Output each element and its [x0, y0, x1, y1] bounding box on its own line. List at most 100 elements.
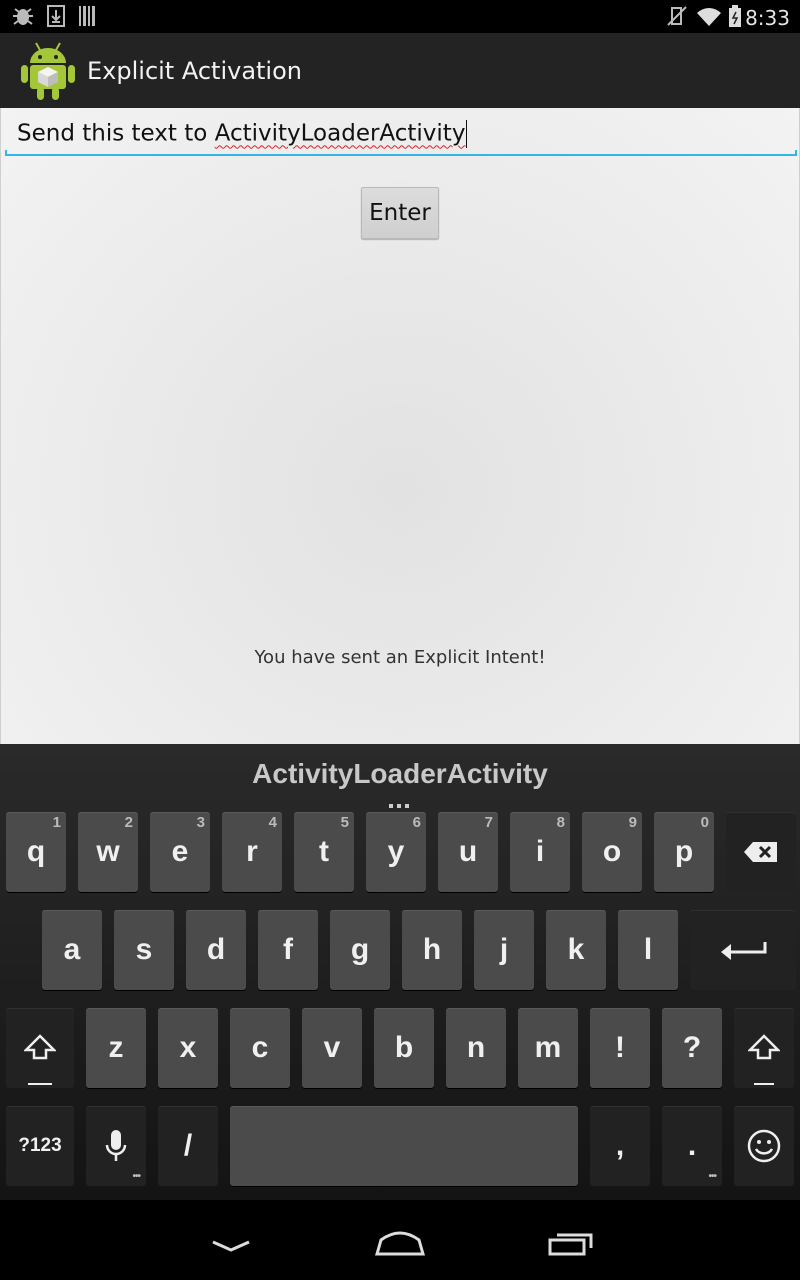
key-label: m	[534, 1031, 562, 1064]
key-label: n	[466, 1031, 486, 1064]
key-h[interactable]: h	[402, 910, 462, 990]
key-hint: 3	[196, 814, 205, 831]
key-label: p	[674, 835, 694, 868]
back-chevron-icon[interactable]	[210, 1222, 252, 1262]
android-app-icon	[21, 42, 75, 100]
key-label: h	[422, 933, 442, 966]
key-b[interactable]: b	[374, 1008, 434, 1088]
key-w[interactable]: w2	[78, 812, 138, 892]
more-options-dots: •••	[708, 1171, 716, 1182]
key-f[interactable]: f	[258, 910, 318, 990]
key-hint: 5	[340, 814, 349, 831]
key-label: e	[171, 835, 189, 868]
voice-input-key[interactable]: •••	[86, 1106, 146, 1186]
key-e[interactable]: e3	[150, 812, 210, 892]
key-label: f	[283, 933, 293, 966]
key-j[interactable]: j	[474, 910, 534, 990]
key-![interactable]: !	[590, 1008, 650, 1088]
key-hint: 2	[124, 814, 133, 831]
slash-key[interactable]: /	[158, 1106, 218, 1186]
soft-keyboard: ActivityLoaderActivity q1w2e3r4t5y6u7i8o…	[0, 744, 800, 1200]
key-d[interactable]: d	[186, 910, 246, 990]
suggestion-word[interactable]: ActivityLoaderActivity	[0, 758, 800, 790]
key-label: q	[26, 835, 46, 868]
barcode-icon	[79, 6, 95, 26]
key-label: t	[319, 835, 329, 868]
shift-icon	[748, 1034, 780, 1060]
key-label: v	[323, 1031, 341, 1064]
enter-button[interactable]: Enter	[361, 187, 439, 239]
key-label: u	[458, 835, 478, 868]
key-p[interactable]: p0	[654, 812, 714, 892]
bug-icon	[13, 8, 33, 25]
recent-apps-icon[interactable]	[548, 1222, 594, 1262]
shift-key-left[interactable]	[6, 1008, 74, 1088]
key-x[interactable]: x	[158, 1008, 218, 1088]
key-a[interactable]: a	[42, 910, 102, 990]
key-u[interactable]: u7	[438, 812, 498, 892]
key-label: k	[567, 933, 585, 966]
key-label: z	[108, 1031, 124, 1064]
key-label: a	[63, 933, 81, 966]
key-label: !	[615, 1031, 625, 1064]
key-l[interactable]: l	[618, 910, 678, 990]
input-text: Send this text to ActivityLoaderActivity	[17, 120, 468, 148]
clock: 8:33	[745, 6, 790, 30]
key-n[interactable]: n	[446, 1008, 506, 1088]
key-label: l	[643, 933, 653, 966]
spacebar[interactable]	[230, 1106, 578, 1186]
wifi-icon	[697, 8, 721, 26]
key-label: r	[246, 835, 258, 868]
return-key[interactable]	[690, 910, 796, 990]
key-label: g	[350, 933, 370, 966]
key-c[interactable]: c	[230, 1008, 290, 1088]
message-input[interactable]: Send this text to ActivityLoaderActivity	[5, 108, 797, 156]
key-label: i	[535, 835, 545, 868]
text-cursor	[466, 120, 468, 148]
key-label: j	[499, 933, 509, 966]
key-hint: 1	[52, 814, 61, 831]
key-i[interactable]: i8	[510, 812, 570, 892]
period-label: .	[687, 1129, 697, 1162]
app-title: Explicit Activation	[87, 57, 302, 85]
key-hint: 9	[628, 814, 637, 831]
key-g[interactable]: g	[330, 910, 390, 990]
key-label: ?	[682, 1031, 702, 1064]
smiley-icon	[747, 1129, 781, 1163]
period-key[interactable]: . •••	[662, 1106, 722, 1186]
more-options-dots: •••	[132, 1171, 140, 1182]
key-hint: 8	[556, 814, 565, 831]
key-v[interactable]: v	[302, 1008, 362, 1088]
home-icon[interactable]	[374, 1222, 426, 1262]
key-hint: 7	[484, 814, 493, 831]
key-?[interactable]: ?	[662, 1008, 722, 1088]
key-o[interactable]: o9	[582, 812, 642, 892]
shift-key-right[interactable]	[734, 1008, 794, 1088]
download-icon	[47, 5, 65, 27]
key-y[interactable]: y6	[366, 812, 426, 892]
key-m[interactable]: m	[518, 1008, 578, 1088]
key-label: o	[602, 835, 622, 868]
battery-icon	[729, 5, 741, 27]
status-bar: 8:33	[0, 0, 800, 33]
key-t[interactable]: t5	[294, 812, 354, 892]
more-suggestions-icon[interactable]	[389, 795, 413, 808]
input-underline	[5, 150, 797, 156]
key-k[interactable]: k	[546, 910, 606, 990]
symbols-key[interactable]: ?123	[6, 1106, 74, 1186]
key-hint: 4	[268, 814, 277, 831]
key-label: y	[387, 835, 405, 868]
comma-key[interactable]: ,	[590, 1106, 650, 1186]
backspace-icon	[744, 842, 777, 862]
vibrate-icon	[667, 6, 687, 26]
backspace-key[interactable]	[726, 812, 796, 892]
key-z[interactable]: z	[86, 1008, 146, 1088]
key-r[interactable]: r4	[222, 812, 282, 892]
key-label: x	[179, 1031, 197, 1064]
key-q[interactable]: q1	[6, 812, 66, 892]
action-bar: Explicit Activation	[0, 33, 800, 108]
key-label: c	[251, 1031, 269, 1064]
key-label: d	[206, 933, 226, 966]
key-s[interactable]: s	[114, 910, 174, 990]
emoji-key[interactable]	[734, 1106, 794, 1186]
